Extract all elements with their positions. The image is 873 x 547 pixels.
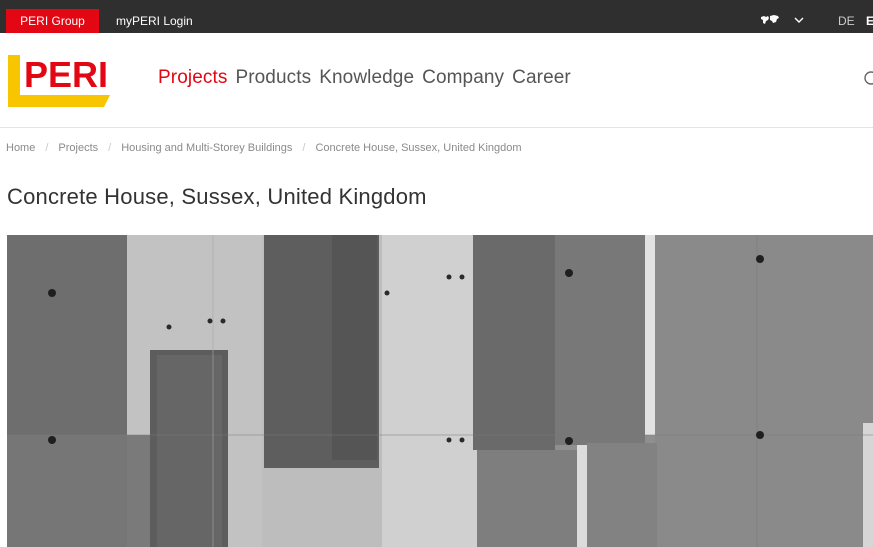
mylogin-link[interactable]: myPERI Login — [116, 9, 193, 33]
nav-knowledge[interactable]: Knowledge — [319, 66, 414, 90]
breadcrumb: Home / Projects / Housing and Multi-Stor… — [6, 142, 522, 154]
peri-group-link[interactable]: PERI Group — [6, 9, 99, 33]
chevron-down-icon[interactable] — [792, 13, 806, 27]
breadcrumb-separator: / — [302, 142, 306, 154]
breadcrumb-separator: / — [45, 142, 49, 154]
top-utility-bar: PERI Group myPERI Login DE E — [0, 0, 873, 33]
nav-company[interactable]: Company — [422, 66, 504, 90]
breadcrumb-current: Concrete House, Sussex, United Kingdom — [315, 142, 522, 154]
page-title: Concrete House, Sussex, United Kingdom — [7, 184, 427, 209]
language-de-link[interactable]: DE — [838, 9, 855, 33]
search-icon[interactable] — [863, 71, 873, 87]
breadcrumb-home[interactable]: Home — [6, 142, 35, 154]
breadcrumb-separator: / — [108, 142, 112, 154]
breadcrumb-housing[interactable]: Housing and Multi-Storey Buildings — [121, 142, 292, 154]
nav-projects[interactable]: Projects — [158, 66, 227, 90]
main-navigation: Projects Products Knowledge Company Care… — [158, 66, 579, 90]
language-en-link[interactable]: E — [866, 9, 873, 33]
world-map-icon[interactable] — [760, 9, 780, 33]
breadcrumb-projects[interactable]: Projects — [58, 142, 98, 154]
main-header: PERI Projects Products Knowledge Company… — [0, 33, 873, 128]
svg-text:PERI: PERI — [24, 55, 108, 95]
project-hero-image — [7, 235, 873, 547]
nav-career[interactable]: Career — [512, 66, 571, 90]
peri-logo[interactable]: PERI — [8, 54, 110, 107]
nav-products[interactable]: Products — [235, 66, 311, 90]
